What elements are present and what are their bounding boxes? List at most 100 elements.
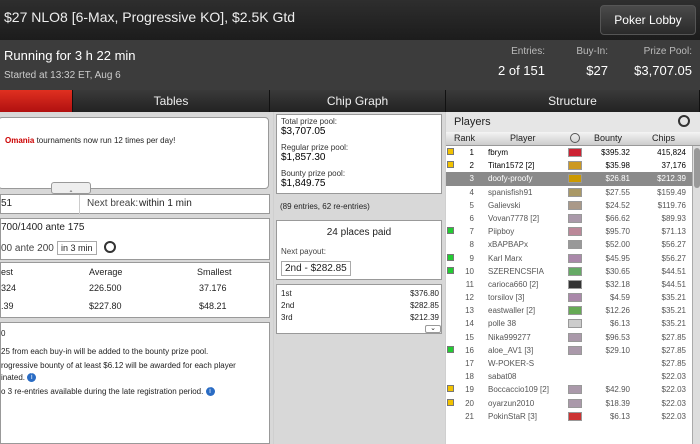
player-chips: $35.21 [661,306,686,316]
tournament-info-bar: Running for 3 h 22 min Started at 13:32 … [0,40,700,90]
table-row[interactable]: 3 doofy-proofy $26.81 $212.39 [446,172,692,186]
table-row[interactable]: 20 oyarzun2010 $18.39 $22.03 [446,397,692,410]
total-prize-label: Total prize pool: [281,117,338,126]
prizepool-stat: Prize Pool: $3,707.05 [634,46,692,78]
info-icon[interactable]: i [27,373,37,383]
prizepool-label: Prize Pool: [643,46,692,57]
player-rank: 2 [469,161,474,171]
player-bounty: $12.26 [605,306,630,316]
expand-payouts-button[interactable]: ⌄ [425,325,441,333]
bounty-line-3: rogressive bounty of at least $6.12 will… [1,361,236,370]
player-rank: 13 [465,306,474,316]
player-name: sabat08 [488,372,517,382]
player-chips: $212.39 [657,174,686,184]
player-rank: 14 [465,319,474,329]
tab-info[interactable] [0,90,73,112]
next-blinds: 00 ante 200 [1,243,54,254]
tab-chip-graph[interactable]: Chip Graph [270,90,446,112]
player-name: Vovan7778 [2] [488,213,540,223]
country-flag-icon [568,398,582,408]
stack-sizes-panel: est Average Smallest 324 226.500 37.176 … [0,262,270,318]
table-row[interactable]: 14 polle 38 $6.13 $35.21 [446,317,692,330]
table-row[interactable]: 9 Karl Marx $45.95 $56.27 [446,252,692,265]
running-time: Running for 3 h 22 min [4,48,136,63]
player-rank: 4 [469,187,474,197]
table-row[interactable]: 5 Galievski $24.52 $119.76 [446,199,692,212]
main-content: Omania tournaments now run 12 times per … [0,112,700,444]
bounty-prize-value: $1,849.75 [281,178,326,189]
table-row[interactable]: 8 xBAPBAPx $52.00 $56.27 [446,238,692,251]
start-time: Started at 13:32 ET, Aug 6 [4,70,121,81]
table-row[interactable]: 11 carioca660 [2] $32.18 $44.51 [446,278,692,291]
level-number: 51 [1,198,13,209]
player-rank: 18 [465,372,474,382]
table-row[interactable]: 13 eastwaller [2] $12.26 $35.21 [446,304,692,317]
status-marker [447,148,454,155]
players-list: 1 fbrym $395.32 415,824 2 Titan1572 [2] $35.98… [446,146,692,444]
player-chips: $22.03 [661,372,686,382]
country-flag-icon [568,200,582,210]
status-marker [447,161,454,169]
players-title: Players [454,116,491,128]
payout-amount: $212.39 [410,313,439,322]
poker-lobby-button[interactable]: Poker Lobby [600,5,696,35]
player-name: carioca660 [2] [488,279,539,289]
player-bounty: $27.55 [605,187,630,197]
player-rank: 1 [469,148,474,157]
player-name: xBAPBAPx [488,240,529,250]
table-row[interactable]: 10 SZERENCSFIA $30.65 $44.51 [446,265,692,278]
player-rank: 7 [469,227,474,237]
player-chips: $44.51 [661,266,686,276]
globe-icon[interactable] [570,133,580,143]
player-chips: $35.21 [661,293,686,303]
table-row[interactable]: 7 Piipboy $95.70 $71.13 [446,225,692,238]
country-flag-icon [568,240,582,250]
table-row[interactable]: 6 Vovan7778 [2] $66.62 $89.93 [446,212,692,225]
tab-structure[interactable]: Structure [446,90,700,112]
rank-column[interactable]: Rank [454,133,475,143]
player-bounty: $35.98 [605,161,630,171]
table-row[interactable]: 4 spanisfish91 $27.55 $159.49 [446,186,692,199]
table-row[interactable]: 21 PokinStaR [3] $6.13 $22.03 [446,410,692,423]
country-flag-icon [568,385,582,395]
player-name: Piipboy [488,227,515,237]
table-row[interactable]: 18 sabat08 $22.03 [446,370,692,383]
player-name: polle 38 [488,319,517,329]
country-flag-icon [568,266,582,276]
country-flag-icon [568,161,582,171]
player-column[interactable]: Player [510,133,536,143]
current-blinds: 700/1400 ante 175 [1,222,85,233]
info-icon[interactable]: i [205,387,215,397]
divider [79,195,80,215]
player-bounty: $66.62 [605,213,630,223]
table-row[interactable]: 19 Boccaccio109 [2] $42.90 $22.03 [446,383,692,396]
player-name: Karl Marx [488,253,523,263]
bounty-column[interactable]: Bounty [594,133,622,143]
collapse-button[interactable]: ‸ [51,182,91,194]
payout-row: 2nd $282.85 [281,301,439,310]
table-row[interactable]: 2 Titan1572 [2] $35.98 37,176 [446,159,692,172]
player-rank: 3 [469,174,474,184]
scroll-thumb[interactable] [694,148,700,188]
average-chips: 226.500 [89,283,122,293]
chips-column[interactable]: Chips [652,133,675,143]
status-marker [447,385,454,393]
table-row[interactable]: 12 torsilov [3] $4.59 $35.21 [446,291,692,304]
players-scrollbar[interactable] [692,146,700,444]
table-row[interactable]: 15 Nika999277 $96.53 $27.85 [446,331,692,344]
country-flag-icon [568,293,582,303]
player-bounty: $6.13 [609,319,630,329]
table-row[interactable]: 16 aloe_AV1 [3] $29.10 $27.85 [446,344,692,357]
status-marker [447,398,454,406]
table-row[interactable]: 1 fbrym $395.32 415,824 [446,146,692,159]
payout-place: 1st [281,289,292,298]
player-chips: $56.27 [661,240,686,250]
search-icon[interactable] [678,115,690,127]
player-rank: 6 [469,213,474,223]
player-rank: 17 [465,359,474,368]
player-rank: 20 [465,398,474,408]
table-row[interactable]: 17 W-POKER-S $27.85 [446,357,692,370]
player-bounty: $29.10 [605,345,630,355]
tab-tables[interactable]: Tables [73,90,270,112]
bounty-line-5-text: o 3 re-entries available during the late… [1,387,204,396]
